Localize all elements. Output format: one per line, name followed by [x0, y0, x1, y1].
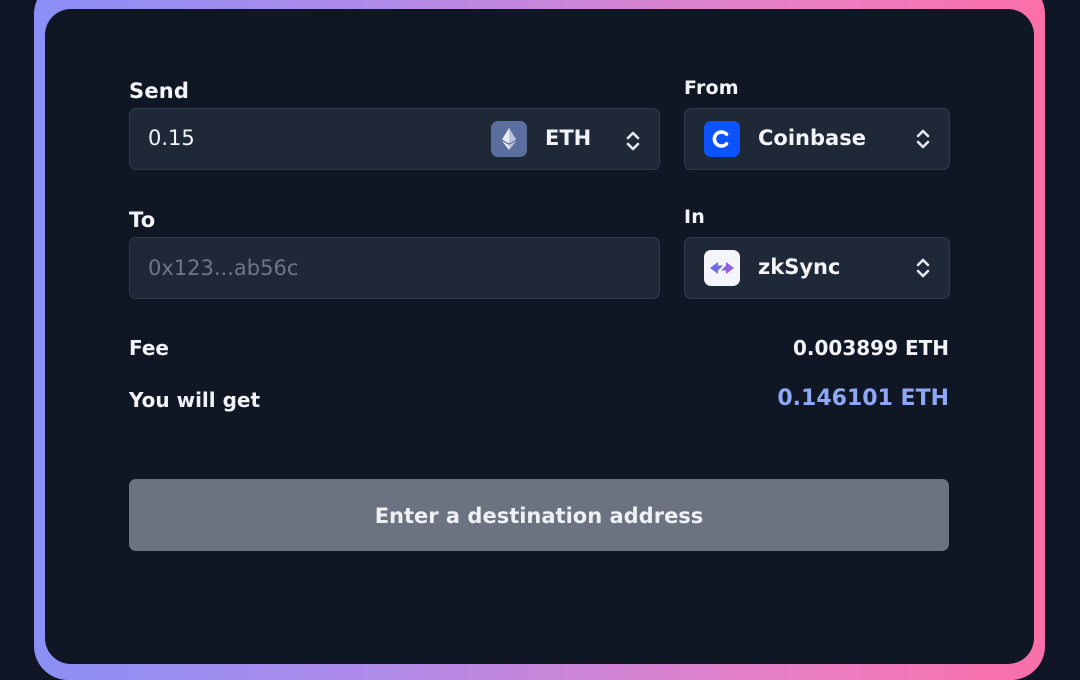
zksync-icon	[704, 250, 740, 286]
fee-label: Fee	[129, 336, 169, 360]
destination-address-input[interactable]	[130, 238, 659, 298]
token-selector[interactable]: ETH	[490, 109, 661, 169]
send-label: Send	[129, 79, 190, 103]
receive-label: You will get	[129, 388, 261, 412]
fee-row: Fee 0.003899 ETH	[129, 336, 949, 366]
in-label: In	[684, 206, 705, 228]
to-label: To	[129, 208, 156, 232]
from-label: From	[684, 77, 739, 99]
chevron-updown-icon	[916, 129, 930, 149]
network-selector[interactable]: zkSync	[684, 237, 950, 299]
chevron-updown-icon	[626, 131, 640, 151]
send-amount-value[interactable]: 0.15	[148, 126, 195, 150]
destination-field	[129, 237, 660, 299]
bridge-card: Send 0.15 ETH From Coinbase To 0x123...a…	[45, 9, 1034, 664]
receive-value: 0.146101 ETH	[777, 386, 949, 411]
coinbase-icon	[704, 121, 740, 157]
ethereum-icon	[491, 121, 527, 157]
card-gradient-border: Send 0.15 ETH From Coinbase To 0x123...a…	[34, 0, 1045, 680]
send-amount-field: 0.15 ETH	[129, 108, 660, 170]
source-selector[interactable]: Coinbase	[684, 108, 950, 170]
source-name: Coinbase	[758, 126, 866, 150]
chevron-updown-icon	[916, 258, 930, 278]
fee-value: 0.003899 ETH	[792, 336, 949, 360]
network-name: zkSync	[758, 255, 841, 279]
token-name: ETH	[545, 126, 592, 150]
receive-row: You will get 0.146101 ETH	[129, 386, 949, 418]
enter-destination-button[interactable]: Enter a destination address	[129, 479, 949, 551]
